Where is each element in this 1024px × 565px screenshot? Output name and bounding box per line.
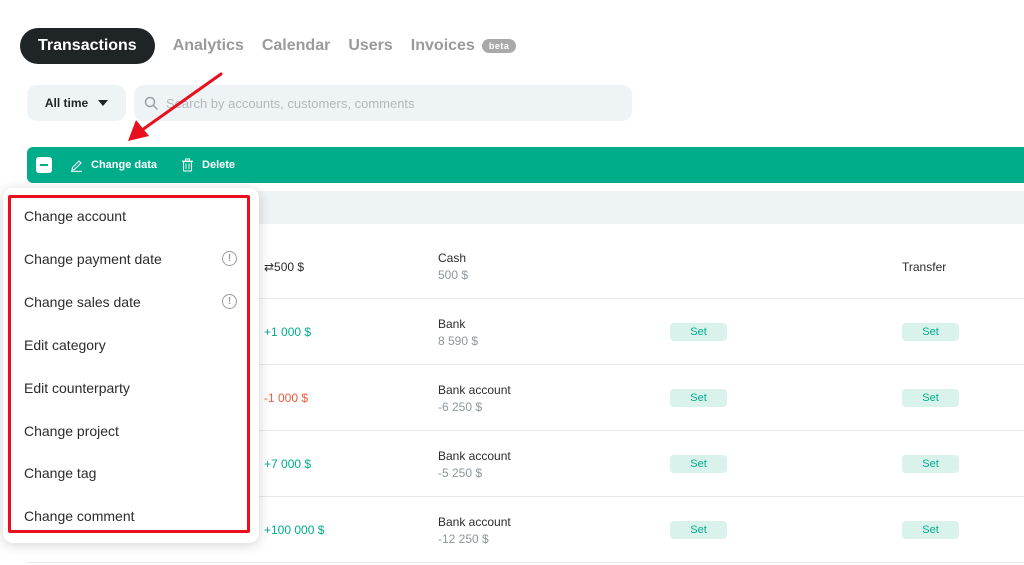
menu-item-change-project[interactable]: Change project — [24, 423, 119, 439]
row-account-balance: -12 250 $ — [438, 532, 489, 546]
row-account-balance: 8 590 $ — [438, 334, 479, 348]
tab-label: Transactions — [38, 37, 137, 54]
set-counterparty-button[interactable]: Set — [902, 455, 959, 473]
delete-button[interactable]: Delete — [181, 158, 235, 172]
menu-item-edit-counterparty[interactable]: Edit counterparty — [24, 380, 130, 396]
set-counterparty-button[interactable]: Set — [902, 323, 959, 341]
tab-label: Calendar — [261, 37, 331, 54]
period-label: All time — [44, 96, 89, 110]
row-account-balance: -6 250 $ — [438, 400, 483, 414]
menu-item-change-sales-date[interactable]: Change sales date — [24, 294, 141, 310]
pencil-icon — [71, 159, 82, 172]
menu-item-change-payment-date[interactable]: Change payment date — [24, 251, 162, 267]
row-account: Bank — [438, 317, 466, 331]
row-account-balance: 500 $ — [438, 268, 469, 282]
trash-icon — [182, 158, 194, 172]
tab-users[interactable]: Users — [348, 37, 392, 55]
tab-label: Users — [348, 37, 393, 54]
set-counterparty-button[interactable]: Set — [902, 389, 959, 407]
menu-item-change-account[interactable]: Change account — [24, 208, 126, 224]
set-counterparty-button[interactable]: Set — [902, 521, 959, 539]
bulk-action-bar: Change data Delete — [27, 147, 1024, 183]
info-icon[interactable]: ! — [222, 294, 237, 309]
select-all-checkbox[interactable] — [36, 157, 52, 173]
row-account: Bank account — [438, 449, 511, 463]
beta-badge: beta — [481, 39, 517, 53]
search-bar — [134, 85, 632, 121]
row-account: Bank account — [438, 383, 511, 397]
set-category-button[interactable]: Set — [670, 455, 727, 473]
row-account-balance: -5 250 $ — [438, 466, 483, 480]
delete-label: Delete — [202, 159, 236, 171]
search-icon — [144, 96, 158, 110]
top-tabs: Transactions Analytics Calendar Users In… — [20, 28, 534, 64]
set-category-button[interactable]: Set — [670, 521, 727, 539]
change-data-button[interactable]: Change data — [70, 159, 157, 172]
tab-label: Invoices — [410, 37, 475, 54]
menu-item-change-comment[interactable]: Change comment — [24, 508, 135, 524]
tab-transactions[interactable]: Transactions — [20, 28, 155, 64]
row-amount: -1 000 $ — [264, 391, 309, 405]
period-dropdown[interactable]: All time — [27, 85, 126, 121]
set-category-button[interactable]: Set — [670, 389, 727, 407]
tab-label: Analytics — [172, 37, 244, 54]
row-type: Transfer — [902, 260, 947, 274]
tab-analytics[interactable]: Analytics — [173, 37, 244, 55]
tab-calendar[interactable]: Calendar — [262, 37, 330, 55]
row-amount: +7 000 $ — [264, 457, 312, 471]
row-account: Bank account — [438, 515, 511, 529]
menu-item-edit-category[interactable]: Edit category — [24, 337, 106, 353]
row-amount: +1 000 $ — [264, 325, 312, 339]
change-data-menu — [3, 188, 259, 543]
row-amount: ⇄500 $ — [264, 260, 305, 274]
row-account: Cash — [438, 251, 467, 265]
set-category-button[interactable]: Set — [670, 323, 727, 341]
change-data-label: Change data — [91, 159, 158, 171]
menu-item-change-tag[interactable]: Change tag — [24, 465, 96, 481]
row-amount: +100 000 $ — [264, 523, 325, 537]
info-icon[interactable]: ! — [222, 251, 237, 266]
caret-down-icon — [98, 100, 109, 106]
tab-invoices[interactable]: Invoices beta — [411, 37, 517, 55]
search-input[interactable] — [166, 95, 606, 111]
